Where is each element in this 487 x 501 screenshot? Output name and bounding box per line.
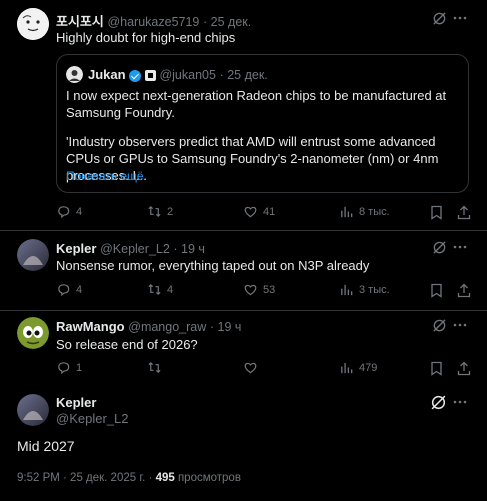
quote-handle: @jukan05 bbox=[159, 68, 216, 82]
view-count: 479 bbox=[359, 361, 378, 374]
post-date[interactable]: · 19 ч bbox=[173, 242, 205, 256]
display-name[interactable]: Kepler bbox=[56, 241, 96, 256]
quote-display-name: Jukan bbox=[88, 67, 126, 82]
like-button[interactable] bbox=[243, 360, 263, 375]
more-icon[interactable] bbox=[452, 239, 468, 255]
reply-icon bbox=[58, 206, 70, 219]
like-button[interactable]: 53 bbox=[243, 282, 275, 297]
affiliate-badge-icon bbox=[144, 70, 156, 82]
more-icon[interactable] bbox=[452, 10, 468, 26]
post-date[interactable]: · 25 дек. bbox=[203, 15, 251, 29]
post-timestamp[interactable]: 9:52 PM · 25 дек. 2025 г. · bbox=[17, 472, 152, 484]
display-name[interactable]: 포시포시 bbox=[56, 14, 104, 29]
grok-icon[interactable] bbox=[431, 239, 447, 255]
post-rawmango[interactable]: RawMango @mango_raw · 19 ч So release en… bbox=[0, 311, 487, 387]
post-text: Highly doubt for high-end chips bbox=[56, 30, 236, 45]
avatar[interactable] bbox=[17, 317, 49, 349]
display-name[interactable]: Kepler bbox=[56, 395, 96, 410]
repost-icon bbox=[148, 361, 161, 374]
grok-icon[interactable] bbox=[430, 394, 447, 411]
bookmark-icon[interactable] bbox=[429, 361, 444, 376]
handle[interactable]: @Kepler_L2 bbox=[56, 411, 128, 426]
main-post-text: Mid 2027 bbox=[17, 438, 75, 454]
views-icon bbox=[341, 206, 353, 218]
heart-icon bbox=[244, 206, 257, 218]
reply-icon bbox=[58, 284, 70, 297]
views-button[interactable]: 479 bbox=[339, 360, 377, 375]
grok-icon[interactable] bbox=[431, 10, 447, 26]
grok-icon[interactable] bbox=[431, 317, 447, 333]
bookmark-icon[interactable] bbox=[429, 205, 444, 220]
handle[interactable]: @mango_raw bbox=[128, 320, 206, 334]
bookmark-icon[interactable] bbox=[429, 283, 444, 298]
post-actions: 4 4 53 3 тыс. bbox=[0, 282, 487, 302]
like-count: 41 bbox=[263, 205, 276, 218]
reply-count: 4 bbox=[76, 205, 83, 218]
heart-icon bbox=[244, 284, 257, 296]
post-harukaze[interactable]: 포시포시 @harukaze5719 · 25 дек. Highly doub… bbox=[0, 0, 487, 230]
post-kepler-reply[interactable]: Kepler @Kepler_L2 · 19 ч Nonsense rumor,… bbox=[0, 231, 487, 311]
reply-button[interactable]: 1 bbox=[56, 360, 82, 375]
post-text: Nonsense rumor, everything taped out on … bbox=[56, 258, 370, 273]
post-text: So release end of 2026? bbox=[56, 337, 198, 352]
reply-icon bbox=[58, 362, 70, 375]
post-actions: 1 479 bbox=[0, 360, 487, 380]
view-count: 8 тыс. bbox=[359, 205, 390, 218]
display-name[interactable]: RawMango bbox=[56, 319, 125, 334]
quote-date: · 25 дек. bbox=[219, 68, 268, 82]
views-icon bbox=[341, 284, 353, 296]
view-count: 3 тыс. bbox=[359, 283, 390, 296]
views-button[interactable]: 3 тыс. bbox=[339, 282, 390, 297]
share-icon[interactable] bbox=[456, 283, 471, 298]
heart-icon bbox=[244, 362, 257, 374]
views-label: просмотров bbox=[177, 472, 241, 484]
reply-count: 1 bbox=[76, 361, 83, 374]
handle[interactable]: @harukaze5719 bbox=[107, 15, 199, 29]
share-icon[interactable] bbox=[456, 361, 471, 376]
quote-text-1: I now expect next-generation Radeon chip… bbox=[66, 88, 447, 120]
repost-button[interactable]: 2 bbox=[147, 204, 173, 219]
view-count: 495 bbox=[155, 472, 175, 484]
share-icon[interactable] bbox=[456, 205, 471, 220]
views-button[interactable]: 8 тыс. bbox=[339, 204, 390, 219]
avatar[interactable] bbox=[17, 239, 49, 271]
repost-icon bbox=[148, 205, 161, 218]
avatar[interactable] bbox=[17, 8, 49, 40]
repost-icon bbox=[148, 283, 161, 296]
like-button[interactable]: 41 bbox=[243, 204, 275, 219]
show-more-link[interactable]: Показать ещё bbox=[66, 169, 144, 183]
repost-button[interactable]: 4 bbox=[147, 282, 173, 297]
like-count: 53 bbox=[263, 283, 276, 296]
repost-count: 2 bbox=[167, 205, 174, 218]
avatar[interactable] bbox=[17, 394, 49, 426]
quote-avatar bbox=[66, 66, 83, 83]
quoted-post[interactable]: Jukan @jukan05 · 25 дек. I now expect ne… bbox=[56, 54, 469, 193]
reply-button[interactable]: 4 bbox=[56, 204, 82, 219]
repost-button[interactable] bbox=[147, 360, 167, 375]
main-post: Kepler @Kepler_L2 Mid 2027 9:52 PM · 25 … bbox=[0, 388, 487, 501]
verified-badge-icon bbox=[129, 69, 142, 82]
post-date[interactable]: · 19 ч bbox=[210, 320, 242, 334]
reply-count: 4 bbox=[76, 283, 83, 296]
reply-button[interactable]: 4 bbox=[56, 282, 82, 297]
post-actions: 4 2 41 8 тыс. bbox=[0, 204, 487, 224]
handle[interactable]: @Kepler_L2 bbox=[100, 242, 170, 256]
repost-count: 4 bbox=[167, 283, 174, 296]
more-icon[interactable] bbox=[452, 394, 468, 410]
more-icon[interactable] bbox=[452, 317, 468, 333]
views-icon bbox=[341, 362, 353, 374]
